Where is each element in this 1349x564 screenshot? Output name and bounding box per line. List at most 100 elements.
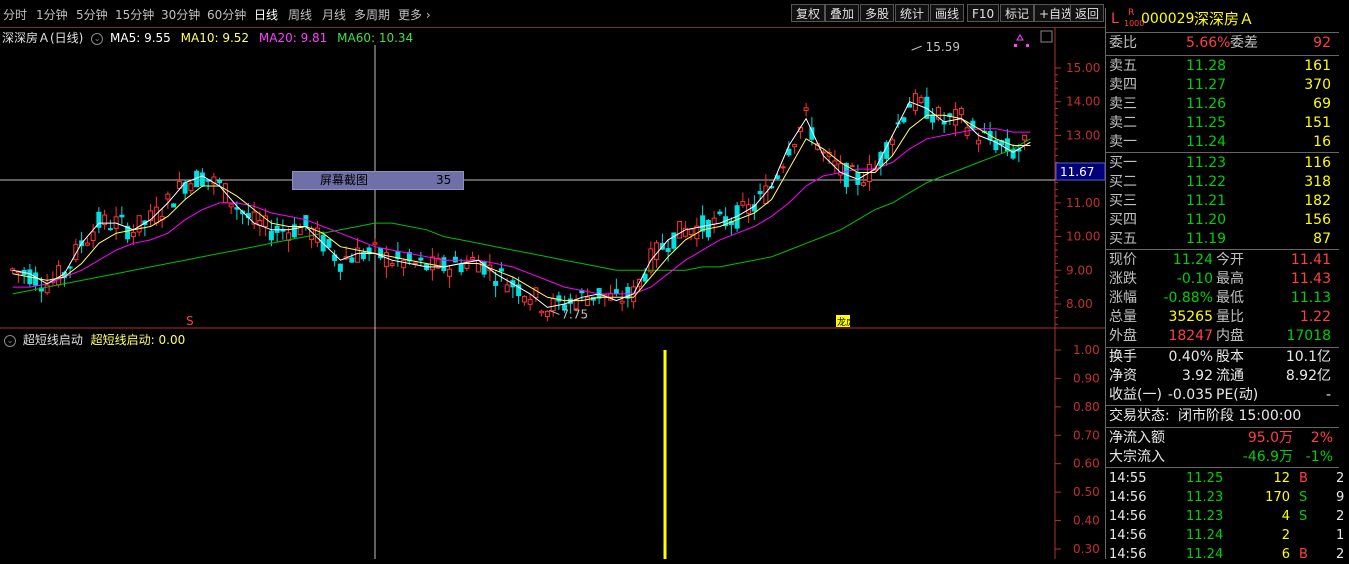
- candle-body-130: [757, 191, 763, 195]
- ma20-line: [12, 128, 1031, 295]
- stat-row-3: 总量 35265 量比 1.22: [1106, 308, 1339, 327]
- flow-value: -46.9万: [1242, 449, 1293, 465]
- candle-body-134: [780, 166, 786, 169]
- price-tick-6: 9.00: [1066, 263, 1093, 277]
- period-tab-9[interactable]: 多周期: [354, 6, 390, 23]
- period-tab-7[interactable]: 周线: [288, 6, 312, 23]
- ask-row-3: 卖二 11.25 151: [1106, 114, 1339, 133]
- bid-row-0: 买一 11.23 116: [1106, 154, 1339, 173]
- chart-toolbar: 分时 1分钟 5分钟 15分钟 30分钟 60分钟 日线 周线 月线 多周期 更多 › 复权 叠加 多股…: [0, 0, 1105, 28]
- toolbar-button-8[interactable]: 返回: [1070, 4, 1105, 22]
- bid-volume: 116: [1304, 155, 1331, 171]
- candle-body-136: [792, 144, 798, 148]
- tick-count: 2: [1336, 547, 1345, 562]
- candle-body-57: [337, 263, 343, 272]
- tick-volume: 2: [1281, 528, 1290, 543]
- kline-chart[interactable]: 15.0014.0013.0012.0011.0010.009.008.0011…: [0, 27, 1105, 559]
- period-tab-5[interactable]: 60分钟: [207, 6, 246, 23]
- fund-value: 0.40%: [1168, 349, 1213, 365]
- candle-body-152: [884, 142, 890, 159]
- toolbar-button-5[interactable]: F10: [967, 4, 1000, 22]
- flow-value: 95.0万: [1247, 430, 1293, 446]
- tick-time: 14:56: [1109, 528, 1147, 543]
- candle-body-92: [539, 310, 545, 314]
- stat-row-0: 现价 11.24 今开 11.41: [1106, 251, 1339, 270]
- ind-tick-3: 0.70: [1073, 428, 1100, 442]
- period-tab-3[interactable]: 15分钟: [115, 6, 154, 23]
- candle-body-78: [458, 263, 464, 273]
- ind-tick-0: 1.00: [1073, 343, 1100, 357]
- bid-volume: 87: [1313, 231, 1331, 247]
- bang-marker: 龙虎榜: [837, 316, 864, 328]
- candlestick-series: [10, 87, 1028, 322]
- candle-body-14: [90, 231, 96, 242]
- candle-body-105: [613, 289, 619, 295]
- candle-body-31: [188, 183, 194, 192]
- stat-row-2: 涨幅 -0.88% 最低 11.13: [1106, 289, 1339, 308]
- candle-body-81: [475, 259, 481, 273]
- flow-percent: 2%: [1310, 430, 1333, 446]
- tick-side: S: [1299, 509, 1308, 524]
- tick-row-1: 14:56 11.23 170 S 9: [1106, 488, 1349, 507]
- tick-price: 11.24: [1186, 528, 1224, 543]
- tick-time: 14:56: [1109, 509, 1147, 524]
- stat-value: -0.88%: [1163, 290, 1213, 306]
- toolbar-button-6[interactable]: 标记: [1000, 4, 1035, 22]
- toolbar-button-4[interactable]: 画线: [930, 4, 965, 22]
- price-tick-5: 10.00: [1066, 230, 1100, 244]
- current-price-label: 11.67: [1060, 165, 1094, 179]
- period-tab-1[interactable]: 1分钟: [36, 6, 68, 23]
- candle-body-77: [452, 256, 458, 263]
- candle-body-89: [521, 296, 527, 303]
- stock-code: 000029: [1141, 11, 1195, 27]
- price-tick-0: 15.00: [1066, 61, 1100, 75]
- screenshot-tooltip[interactable]: 屏幕截图 35: [292, 171, 464, 190]
- candle-body-38: [228, 203, 234, 208]
- candle-body-174: [1010, 148, 1016, 159]
- bid-price: 11.20: [1186, 212, 1227, 228]
- candle-body-68: [401, 259, 407, 269]
- period-tab-10[interactable]: 更多 ›: [398, 6, 431, 23]
- candle-body-143: [832, 160, 838, 166]
- period-tab-8[interactable]: 月线: [322, 6, 346, 23]
- tick-time: 14:56: [1109, 490, 1147, 505]
- bid-price: 11.22: [1186, 174, 1227, 190]
- candle-body-94: [550, 298, 556, 312]
- candle-body-165: [958, 107, 964, 115]
- toolbar-button-1[interactable]: 叠加: [825, 4, 860, 22]
- fund-value-2: -: [1325, 387, 1331, 403]
- period-tab-2[interactable]: 5分钟: [76, 6, 108, 23]
- low-price-label: 7.75: [561, 307, 588, 321]
- period-tab-6[interactable]: 日线: [254, 6, 278, 23]
- fund-label: 换手: [1109, 349, 1137, 365]
- ask-label: 卖五: [1109, 58, 1137, 74]
- candle-body-6: [44, 284, 50, 294]
- bid-label: 买三: [1109, 193, 1137, 209]
- stat-value-2: 11.41: [1290, 252, 1331, 268]
- candle-body-116: [677, 220, 683, 239]
- toolbar-button-0[interactable]: 复权: [791, 4, 826, 22]
- candle-body-10: [67, 266, 73, 269]
- stat-value: 11.24: [1172, 252, 1213, 268]
- fund-label-2: 流通: [1216, 368, 1244, 384]
- tick-volume: 4: [1281, 509, 1290, 524]
- ask-volume: 69: [1313, 96, 1331, 112]
- bid-row-3: 买四 11.20 156: [1106, 211, 1339, 230]
- s-marker: S: [186, 314, 194, 328]
- candle-body-122: [711, 217, 717, 225]
- ask-volume: 16: [1313, 134, 1331, 150]
- toolbar-button-3[interactable]: 统计: [895, 4, 930, 22]
- marker-dot: [1014, 44, 1017, 47]
- ind-tick-1: 0.90: [1073, 371, 1100, 385]
- tick-price: 11.24: [1186, 547, 1224, 562]
- stat-row-1: 涨跌 -0.10 最高 11.43: [1106, 270, 1339, 289]
- bid-price: 11.21: [1186, 193, 1227, 209]
- candle-body-84: [493, 281, 499, 286]
- ask-price: 11.24: [1186, 134, 1227, 150]
- tick-volume: 6: [1281, 547, 1290, 562]
- ind-tick-6: 0.40: [1073, 514, 1100, 528]
- period-tab-4[interactable]: 30分钟: [161, 6, 200, 23]
- toolbar-button-2[interactable]: 多股: [860, 4, 895, 22]
- stat-label-2: 最低: [1216, 290, 1244, 306]
- period-tab-0[interactable]: 分时: [3, 6, 27, 23]
